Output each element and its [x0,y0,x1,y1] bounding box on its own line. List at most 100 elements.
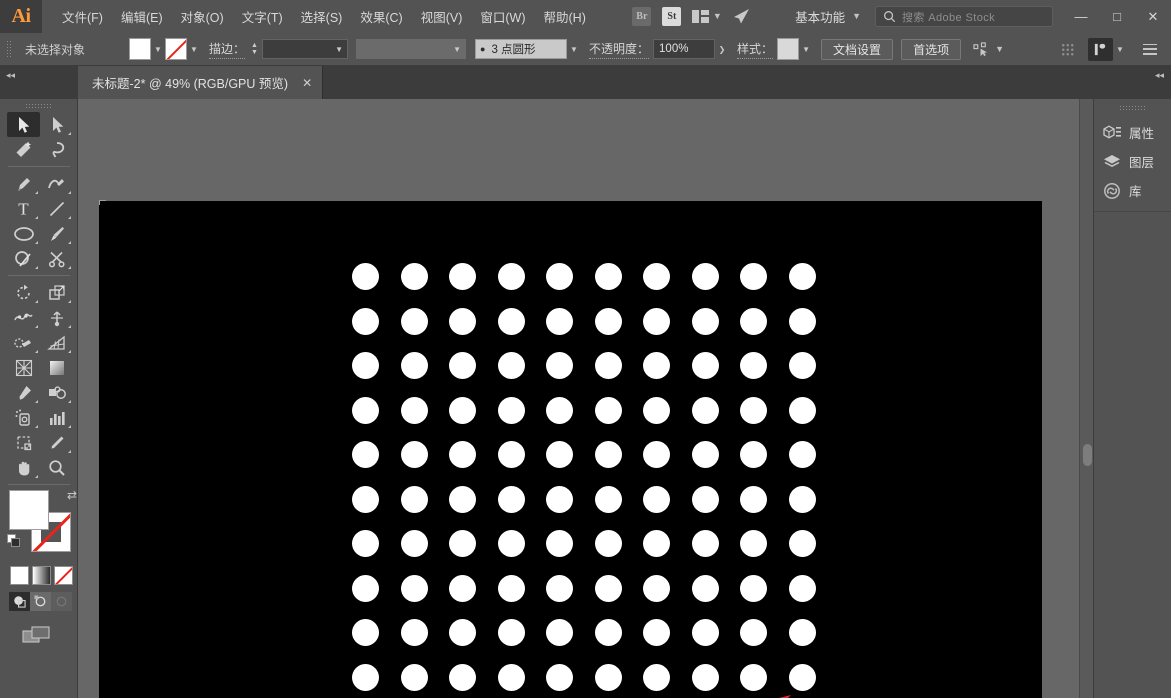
dot-6-0[interactable] [352,530,379,557]
dot-5-8[interactable] [740,486,767,513]
dot-9-7[interactable] [692,664,719,691]
dot-6-3[interactable] [498,530,525,557]
stroke-weight-input[interactable]: ▼ [262,39,348,59]
selection-tool[interactable] [7,112,40,137]
dot-1-7[interactable] [692,308,719,335]
dot-6-4[interactable] [546,530,573,557]
dot-9-5[interactable] [595,664,622,691]
dot-0-9[interactable] [789,263,816,290]
menu-window[interactable]: 窗口(W) [471,3,534,30]
dot-3-8[interactable] [740,397,767,424]
shape-builder-tool[interactable] [7,330,40,355]
dot-3-2[interactable] [449,397,476,424]
dot-7-8[interactable] [740,575,767,602]
dot-8-8[interactable] [740,619,767,646]
dot-9-9[interactable] [789,664,816,691]
dot-1-8[interactable] [740,308,767,335]
arrange-panel-button[interactable] [1088,38,1113,61]
close-button[interactable]: ✕ [1135,0,1171,33]
dot-0-4[interactable] [546,263,573,290]
dot-2-2[interactable] [449,352,476,379]
dot-6-7[interactable] [692,530,719,557]
perspective-grid-tool[interactable] [40,330,73,355]
dot-1-5[interactable] [595,308,622,335]
stroke-weight-stepper[interactable]: ▲▼ [249,42,260,56]
dot-8-5[interactable] [595,619,622,646]
dot-6-6[interactable] [643,530,670,557]
dot-8-0[interactable] [352,619,379,646]
menu-help[interactable]: 帮助(H) [535,3,595,30]
dot-5-4[interactable] [546,486,573,513]
stroke-profile-select[interactable]: ▼ [356,39,466,59]
dot-9-6[interactable] [643,664,670,691]
dot-5-3[interactable] [498,486,525,513]
tools-panel-grip[interactable] [25,103,53,108]
stock-search-input[interactable]: 搜索 Adobe Stock [875,6,1053,27]
stroke-color-swatch[interactable] [165,38,187,60]
pen-tool[interactable] [7,171,40,196]
dot-2-3[interactable] [498,352,525,379]
column-graph-tool[interactable] [40,405,73,430]
document-setup-button[interactable]: 文档设置 [821,39,893,60]
dot-6-8[interactable] [740,530,767,557]
dock-item-libraries[interactable]: 库 [1094,176,1171,205]
dot-3-0[interactable] [352,397,379,424]
rotate-tool[interactable] [7,280,40,305]
symbol-sprayer-tool[interactable] [7,405,40,430]
dot-3-4[interactable] [546,397,573,424]
dot-0-3[interactable] [498,263,525,290]
dot-4-6[interactable] [643,441,670,468]
dot-2-6[interactable] [643,352,670,379]
dot-2-7[interactable] [692,352,719,379]
dot-7-4[interactable] [546,575,573,602]
menu-file[interactable]: 文件(F) [53,3,112,30]
scissors-tool[interactable] [40,246,73,271]
dot-4-5[interactable] [595,441,622,468]
dot-9-0[interactable] [352,664,379,691]
dot-7-0[interactable] [352,575,379,602]
menu-edit[interactable]: 编辑(E) [112,3,172,30]
dot-8-4[interactable] [546,619,573,646]
dot-1-3[interactable] [498,308,525,335]
draw-normal-button[interactable] [9,592,30,611]
canvas-area[interactable] [78,99,1093,698]
dot-4-7[interactable] [692,441,719,468]
dot-7-6[interactable] [643,575,670,602]
control-bar-grip[interactable] [6,40,11,58]
minimize-button[interactable]: — [1063,0,1099,33]
dot-2-4[interactable] [546,352,573,379]
opacity-input[interactable]: 100% [653,39,715,59]
slice-tool[interactable] [40,430,73,455]
menu-select[interactable]: 选择(S) [292,3,352,30]
brush-chevron-down-icon[interactable]: ▼ [567,38,581,60]
dot-3-3[interactable] [498,397,525,424]
document-tab-close-icon[interactable]: ✕ [302,76,312,90]
dot-7-3[interactable] [498,575,525,602]
dot-8-1[interactable] [401,619,428,646]
color-mode-button[interactable] [10,566,29,585]
dot-9-3[interactable] [498,664,525,691]
default-fill-stroke-icon[interactable] [7,534,21,551]
panel-menu-icon[interactable] [1143,44,1157,55]
type-tool[interactable]: T [7,196,40,221]
stroke-chevron-down-icon[interactable]: ▼ [187,38,201,60]
dot-1-6[interactable] [643,308,670,335]
dot-7-7[interactable] [692,575,719,602]
dot-5-5[interactable] [595,486,622,513]
dot-6-5[interactable] [595,530,622,557]
dot-4-9[interactable] [789,441,816,468]
dot-7-1[interactable] [401,575,428,602]
paintbrush-tool[interactable] [40,221,73,246]
draw-behind-button[interactable] [30,592,51,611]
dot-2-9[interactable] [789,352,816,379]
dot-2-1[interactable] [401,352,428,379]
curvature-tool[interactable] [40,171,73,196]
hand-tool[interactable] [7,455,40,480]
menu-effect[interactable]: 效果(C) [351,3,411,30]
dot-5-6[interactable] [643,486,670,513]
dot-7-2[interactable] [449,575,476,602]
graphic-style-swatch[interactable] [777,38,799,60]
select-similar-button[interactable]: ▼ [973,42,1004,57]
screen-mode-button[interactable] [22,625,77,648]
menu-type[interactable]: 文字(T) [233,3,292,30]
